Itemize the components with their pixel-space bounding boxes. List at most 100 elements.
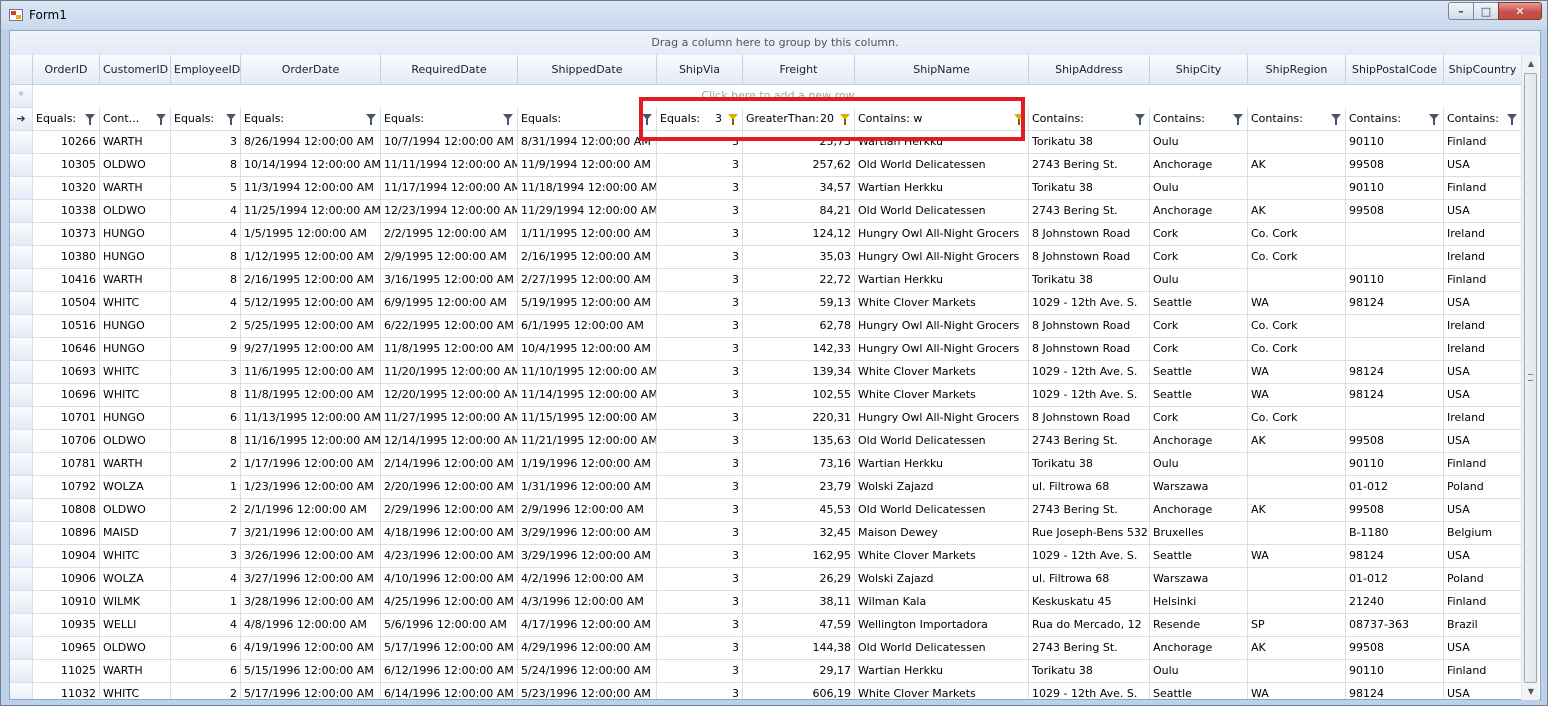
filter-cell-orderid[interactable]: Equals:	[33, 108, 100, 131]
table-row[interactable]: 10305 OLDWO 8 10/14/1994 12:00:00 AM 11/11/1…	[10, 154, 1522, 177]
cell-customerid[interactable]: WHITC	[100, 545, 171, 568]
cell-shipname[interactable]: Wartian Herkku	[855, 177, 1029, 200]
cell-freight[interactable]: 22,72	[743, 269, 855, 292]
cell-shipcity[interactable]: Anchorage	[1150, 499, 1248, 522]
cell-shipcountry[interactable]: USA	[1444, 200, 1522, 223]
table-row[interactable]: 10904 WHITC 3 3/26/1996 12:00:00 AM 4/23/199…	[10, 545, 1522, 568]
table-row[interactable]: 10380 HUNGO 8 1/12/1995 12:00:00 AM 2/9/1995…	[10, 246, 1522, 269]
row-indicator[interactable]	[10, 683, 33, 699]
row-indicator[interactable]	[10, 614, 33, 637]
cell-shippeddate[interactable]: 6/1/1995 12:00:00 AM	[518, 315, 657, 338]
cell-shipaddress[interactable]: 2743 Bering St.	[1029, 430, 1150, 453]
column-header-shipcountry[interactable]: ShipCountry	[1444, 55, 1522, 85]
cell-requireddate[interactable]: 12/14/1995 12:00:00 AM	[381, 430, 518, 453]
cell-employeeid[interactable]: 4	[171, 614, 241, 637]
column-header-shipregion[interactable]: ShipRegion	[1248, 55, 1346, 85]
cell-shipregion[interactable]: AK	[1248, 499, 1346, 522]
cell-orderdate[interactable]: 11/8/1995 12:00:00 AM	[241, 384, 381, 407]
filter-funnel-icon[interactable]	[226, 114, 236, 125]
cell-shipcity[interactable]: Cork	[1150, 315, 1248, 338]
cell-shippostalcode[interactable]: 90110	[1346, 453, 1444, 476]
cell-freight[interactable]: 62,78	[743, 315, 855, 338]
cell-orderid[interactable]: 10701	[33, 407, 100, 430]
scroll-up-button[interactable]: ▲	[1522, 55, 1540, 72]
cell-requireddate[interactable]: 11/11/1994 12:00:00 AM	[381, 154, 518, 177]
cell-orderdate[interactable]: 11/13/1995 12:00:00 AM	[241, 407, 381, 430]
cell-shipregion[interactable]: Co. Cork	[1248, 338, 1346, 361]
cell-shipcountry[interactable]: USA	[1444, 154, 1522, 177]
cell-orderdate[interactable]: 1/5/1995 12:00:00 AM	[241, 223, 381, 246]
filter-cell-requireddate[interactable]: Equals:	[381, 108, 518, 131]
cell-customerid[interactable]: HUNGO	[100, 407, 171, 430]
cell-shipname[interactable]: Hungry Owl All-Night Grocers	[855, 246, 1029, 269]
cell-orderdate[interactable]: 11/25/1994 12:00:00 AM	[241, 200, 381, 223]
cell-shippostalcode[interactable]: 99508	[1346, 200, 1444, 223]
cell-shipregion[interactable]: WA	[1248, 545, 1346, 568]
cell-shipcity[interactable]: Seattle	[1150, 384, 1248, 407]
filter-funnel-icon[interactable]	[1331, 114, 1341, 125]
cell-freight[interactable]: 139,34	[743, 361, 855, 384]
cell-orderid[interactable]: 10706	[33, 430, 100, 453]
cell-freight[interactable]: 162,95	[743, 545, 855, 568]
cell-shippostalcode[interactable]	[1346, 407, 1444, 430]
cell-shipaddress[interactable]: Torikatu 38	[1029, 660, 1150, 683]
cell-shipregion[interactable]	[1248, 568, 1346, 591]
cell-requireddate[interactable]: 11/27/1995 12:00:00 AM	[381, 407, 518, 430]
cell-shipvia[interactable]: 3	[657, 361, 743, 384]
cell-shipregion[interactable]: WA	[1248, 384, 1346, 407]
cell-shipaddress[interactable]: ul. Filtrowa 68	[1029, 568, 1150, 591]
cell-shippeddate[interactable]: 11/18/1994 12:00:00 AM	[518, 177, 657, 200]
minimize-button[interactable]: –	[1448, 2, 1474, 20]
new-row[interactable]: * Click here to add a new row	[10, 85, 1522, 108]
cell-shippeddate[interactable]: 5/24/1996 12:00:00 AM	[518, 660, 657, 683]
cell-orderdate[interactable]: 5/12/1995 12:00:00 AM	[241, 292, 381, 315]
filter-cell-shipvia[interactable]: Equals: 3	[657, 108, 743, 131]
cell-orderid[interactable]: 10906	[33, 568, 100, 591]
cell-orderid[interactable]: 10910	[33, 591, 100, 614]
cell-shippostalcode[interactable]: 98124	[1346, 384, 1444, 407]
cell-shipaddress[interactable]: 8 Johnstown Road	[1029, 246, 1150, 269]
cell-orderdate[interactable]: 8/26/1994 12:00:00 AM	[241, 131, 381, 154]
cell-shipaddress[interactable]: 1029 - 12th Ave. S.	[1029, 292, 1150, 315]
cell-shipname[interactable]: Old World Delicatessen	[855, 637, 1029, 660]
cell-shipaddress[interactable]: Torikatu 38	[1029, 177, 1150, 200]
cell-shipcountry[interactable]: USA	[1444, 683, 1522, 699]
cell-shipvia[interactable]: 3	[657, 614, 743, 637]
column-header-requireddate[interactable]: RequiredDate	[381, 55, 518, 85]
cell-employeeid[interactable]: 3	[171, 131, 241, 154]
cell-orderid[interactable]: 10646	[33, 338, 100, 361]
cell-shipaddress[interactable]: 8 Johnstown Road	[1029, 223, 1150, 246]
cell-customerid[interactable]: OLDWO	[100, 499, 171, 522]
cell-customerid[interactable]: WARTH	[100, 131, 171, 154]
cell-freight[interactable]: 26,29	[743, 568, 855, 591]
cell-shipname[interactable]: Hungry Owl All-Night Grocers	[855, 315, 1029, 338]
cell-shipname[interactable]: White Clover Markets	[855, 384, 1029, 407]
cell-shipvia[interactable]: 3	[657, 223, 743, 246]
cell-shippostalcode[interactable]	[1346, 315, 1444, 338]
cell-orderid[interactable]: 10320	[33, 177, 100, 200]
cell-orderid[interactable]: 10380	[33, 246, 100, 269]
row-indicator[interactable]	[10, 499, 33, 522]
cell-orderid[interactable]: 11025	[33, 660, 100, 683]
cell-customerid[interactable]: WHITC	[100, 292, 171, 315]
cell-shipvia[interactable]: 3	[657, 200, 743, 223]
cell-shipname[interactable]: Old World Delicatessen	[855, 154, 1029, 177]
cell-freight[interactable]: 34,57	[743, 177, 855, 200]
cell-orderdate[interactable]: 3/28/1996 12:00:00 AM	[241, 591, 381, 614]
cell-employeeid[interactable]: 4	[171, 223, 241, 246]
cell-requireddate[interactable]: 4/10/1996 12:00:00 AM	[381, 568, 518, 591]
filter-cell-shippostalcode[interactable]: Contains:	[1346, 108, 1444, 131]
cell-shipcountry[interactable]: Brazil	[1444, 614, 1522, 637]
filter-funnel-icon[interactable]	[1014, 114, 1024, 125]
filter-funnel-icon[interactable]	[1233, 114, 1243, 125]
cell-freight[interactable]: 47,59	[743, 614, 855, 637]
row-indicator[interactable]	[10, 453, 33, 476]
cell-employeeid[interactable]: 4	[171, 200, 241, 223]
cell-customerid[interactable]: HUNGO	[100, 338, 171, 361]
table-row[interactable]: 10701 HUNGO 6 11/13/1995 12:00:00 AM 11/27/1…	[10, 407, 1522, 430]
cell-shipcity[interactable]: Cork	[1150, 407, 1248, 430]
row-indicator[interactable]	[10, 338, 33, 361]
cell-orderid[interactable]: 11032	[33, 683, 100, 699]
cell-shippostalcode[interactable]	[1346, 246, 1444, 269]
cell-employeeid[interactable]: 1	[171, 476, 241, 499]
